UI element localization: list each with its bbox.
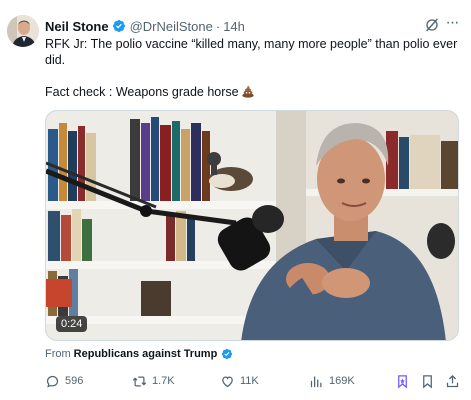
action-bar: 596 1.7K 11K 169K bbox=[45, 371, 463, 391]
grok-bookmark-icon bbox=[398, 374, 407, 388]
like-icon bbox=[222, 375, 233, 387]
video-duration: 0:24 bbox=[56, 316, 88, 332]
separator-dot: · bbox=[215, 18, 221, 34]
bookmark-icon bbox=[423, 374, 432, 388]
tweet[interactable]: Neil Stone @DrNeilStone · 14h ··· RFK Jr… bbox=[0, 0, 471, 400]
fact-check-text: Fact check : Weapons grade horse bbox=[45, 85, 239, 99]
verified-badge-icon bbox=[222, 348, 233, 360]
like-button[interactable]: 11K bbox=[220, 371, 259, 391]
timestamp[interactable]: 14h bbox=[223, 19, 245, 34]
views-button[interactable]: 169K bbox=[309, 371, 355, 391]
views-icon bbox=[310, 376, 322, 387]
more-icon[interactable]: ··· bbox=[444, 15, 460, 33]
bookmark-button[interactable] bbox=[420, 371, 435, 391]
repost-count: 1.7K bbox=[152, 375, 175, 387]
repost-icon bbox=[132, 376, 147, 386]
grok-icon[interactable] bbox=[424, 17, 440, 33]
from-label: From bbox=[45, 348, 71, 360]
tweet-header: Neil Stone @DrNeilStone · 14h bbox=[45, 17, 245, 35]
repost-button[interactable]: 1.7K bbox=[132, 371, 175, 391]
reply-count: 596 bbox=[65, 375, 84, 387]
video-frame bbox=[46, 111, 458, 340]
share-button[interactable] bbox=[445, 371, 460, 391]
tweet-text-line: RFK Jr: The polio vaccine “killed many, … bbox=[45, 37, 458, 67]
avatar[interactable] bbox=[7, 15, 39, 47]
share-icon bbox=[446, 374, 459, 387]
author-name[interactable]: Neil Stone bbox=[45, 19, 109, 34]
from-attribution: From Republicans against Trump bbox=[45, 348, 237, 360]
tweet-text-line-2: Fact check : Weapons grade horse bbox=[45, 84, 463, 100]
verified-badge-icon bbox=[112, 20, 125, 32]
like-count: 11K bbox=[240, 375, 259, 387]
from-source-link[interactable]: Republicans against Trump bbox=[74, 348, 218, 360]
views-count: 169K bbox=[329, 375, 355, 387]
tweet-text: RFK Jr: The polio vaccine “killed many, … bbox=[45, 36, 463, 100]
grok-bookmark-button[interactable] bbox=[395, 371, 410, 391]
author-handle[interactable]: @DrNeilStone bbox=[130, 19, 213, 34]
poop-emoji bbox=[241, 85, 254, 98]
reply-button[interactable]: 596 bbox=[45, 371, 83, 391]
reply-icon bbox=[46, 375, 59, 387]
video-player[interactable]: 0:24 bbox=[45, 110, 459, 341]
